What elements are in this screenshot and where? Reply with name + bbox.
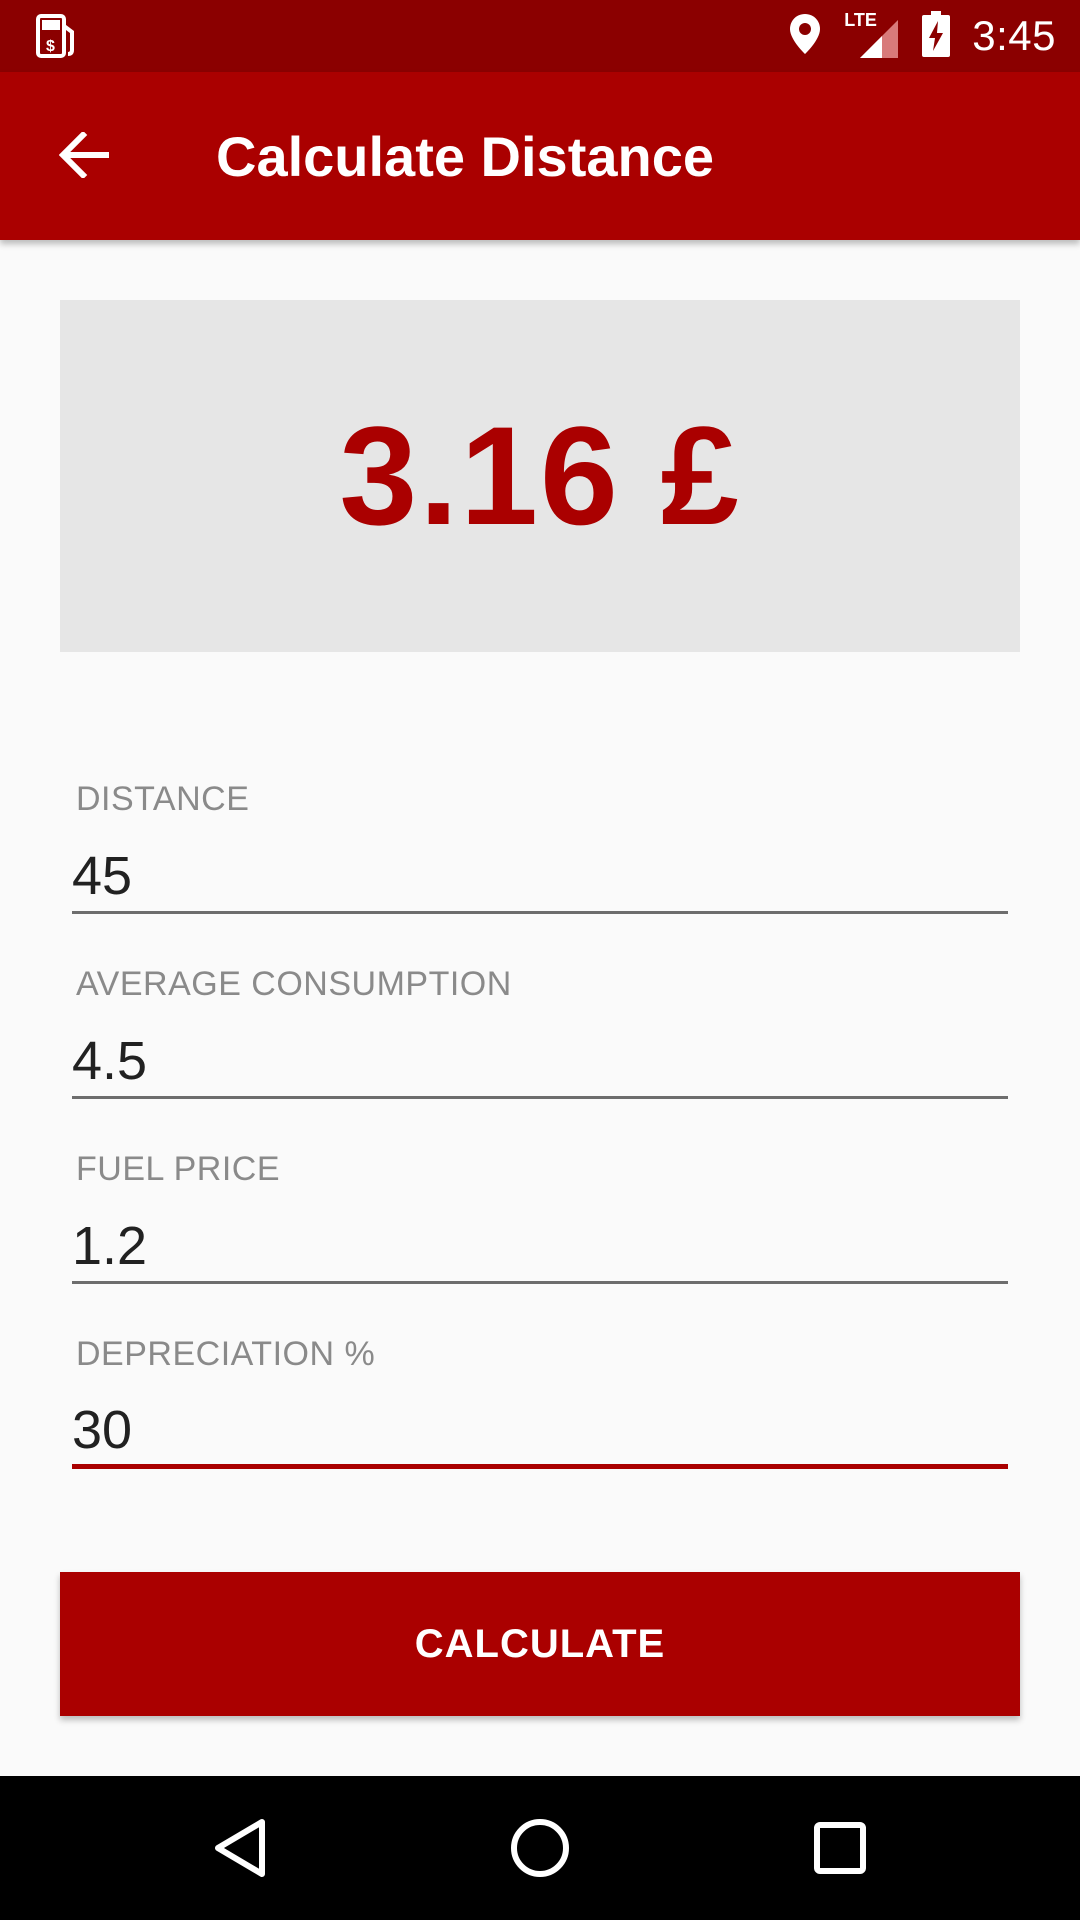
page-title: Calculate Distance: [216, 124, 714, 188]
distance-label: DISTANCE: [76, 780, 250, 818]
distance-input[interactable]: [72, 840, 1008, 914]
lte-label: LTE: [844, 10, 877, 30]
home-circle-icon[interactable]: [460, 1776, 620, 1920]
lte-signal-icon: LTE: [844, 10, 900, 60]
arrow-back-icon[interactable]: [52, 122, 118, 188]
app-bar: Calculate Distance: [0, 72, 1080, 240]
result-card: 3.16 £: [60, 300, 1020, 652]
recents-square-icon[interactable]: [760, 1776, 920, 1920]
result-value: 3.16 £: [339, 397, 741, 554]
calculate-button[interactable]: CALCULATE: [60, 1572, 1020, 1716]
status-time: 3:45: [972, 12, 1056, 59]
average-consumption-input[interactable]: [72, 1025, 1008, 1099]
status-bar: $ LTE 3:45: [0, 0, 1080, 72]
location-pin-icon: [788, 12, 822, 61]
fuel-pump-dollar-icon: $: [36, 14, 78, 58]
battery-charging-icon: [922, 10, 951, 62]
svg-text:$: $: [46, 38, 55, 55]
average-consumption-label: AVERAGE CONSUMPTION: [76, 965, 512, 1003]
fuel-price-input[interactable]: [72, 1210, 1008, 1284]
depreciation-label: DEPRECIATION %: [76, 1335, 376, 1373]
back-triangle-icon[interactable]: [160, 1776, 320, 1920]
depreciation-input[interactable]: [72, 1395, 1008, 1469]
system-nav-bar: [0, 1776, 1080, 1920]
fuel-price-label: FUEL PRICE: [76, 1150, 281, 1188]
